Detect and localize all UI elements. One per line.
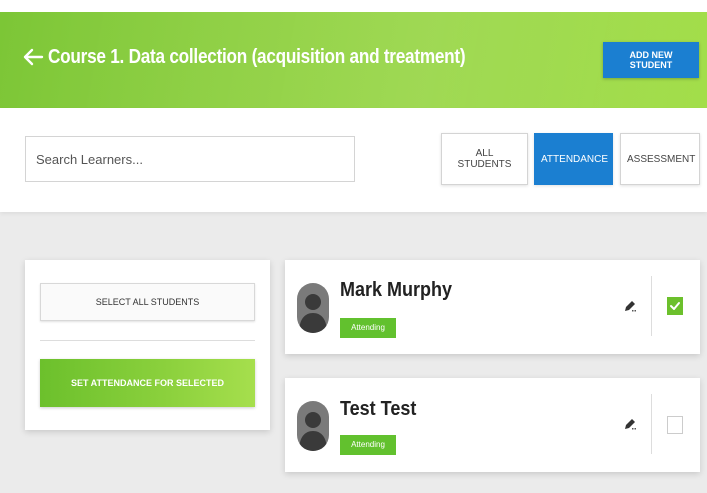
divider bbox=[651, 276, 652, 336]
select-checkbox[interactable] bbox=[667, 416, 683, 434]
student-name: Mark Murphy bbox=[340, 279, 453, 301]
status-badge: Attending bbox=[340, 435, 396, 455]
page-title: Course 1. Data collection (acquisition a… bbox=[48, 46, 466, 68]
avatar bbox=[297, 401, 329, 451]
pencil-icon[interactable] bbox=[622, 416, 638, 432]
tab-assessment[interactable]: ASSESSMENT bbox=[620, 133, 700, 185]
select-all-students-button[interactable]: SELECT ALL STUDENTS bbox=[40, 283, 255, 321]
pencil-icon[interactable] bbox=[622, 298, 638, 314]
tab-attendance[interactable]: ATTENDANCE bbox=[534, 133, 613, 185]
tab-all-students[interactable]: ALL STUDENTS bbox=[441, 133, 528, 185]
search-input[interactable] bbox=[25, 136, 355, 182]
header-top-strip bbox=[0, 0, 707, 12]
divider bbox=[651, 394, 652, 454]
add-new-student-button[interactable]: ADD NEW STUDENT bbox=[603, 42, 699, 78]
back-arrow-icon[interactable] bbox=[20, 44, 46, 70]
student-name: Test Test bbox=[340, 398, 417, 420]
status-badge: Attending bbox=[340, 318, 396, 338]
set-attendance-button[interactable]: SET ATTENDANCE FOR SELECTED bbox=[40, 359, 255, 407]
avatar bbox=[297, 283, 329, 333]
select-checkbox[interactable] bbox=[667, 297, 683, 315]
divider bbox=[40, 340, 255, 341]
